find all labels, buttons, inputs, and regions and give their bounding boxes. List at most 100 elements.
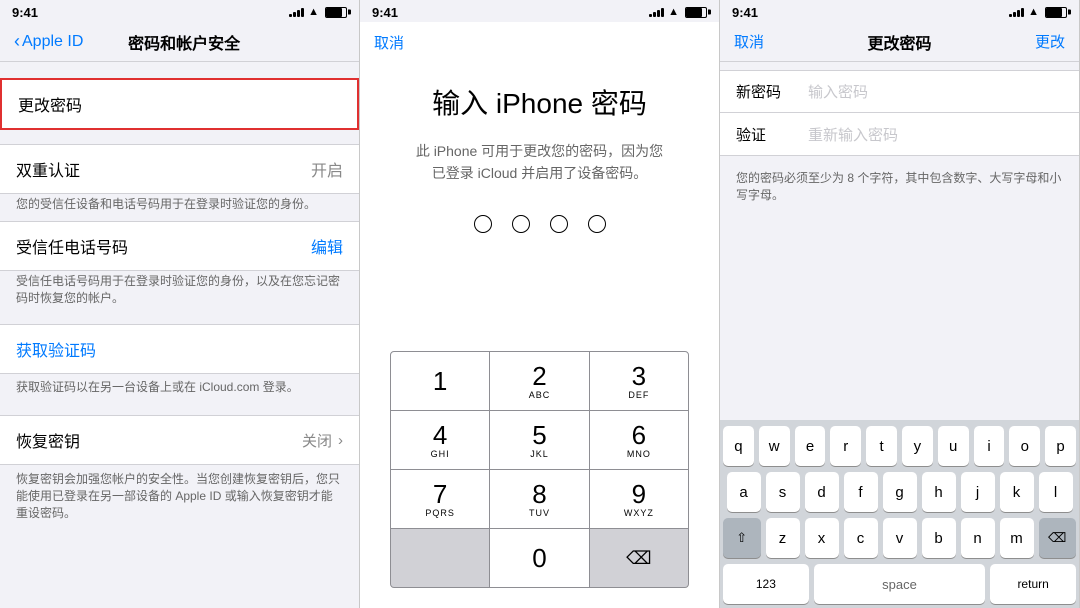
kb-key-w[interactable]: w <box>759 426 790 466</box>
numpad-digit: 5 <box>532 422 546 448</box>
time-3: 9:41 <box>732 5 758 20</box>
status-icons-1: ▲ <box>289 6 347 18</box>
p3-form: 新密码 输入密码 验证 重新输入密码 <box>720 70 1079 156</box>
kb-return-key[interactable]: return <box>990 564 1076 604</box>
kb-key-v[interactable]: v <box>883 518 917 558</box>
kb-key-r[interactable]: r <box>830 426 861 466</box>
p3-hint: 您的密码必须至少为 8 个字符，其中包含数字、大写字母和小写字母。 <box>720 164 1079 214</box>
kb-key-t[interactable]: t <box>866 426 897 466</box>
verify-field[interactable]: 验证 重新输入密码 <box>720 113 1079 155</box>
recovery-key-row[interactable]: 恢复密钥 关闭 › <box>0 415 359 465</box>
kb-key-k[interactable]: k <box>1000 472 1034 512</box>
trusted-phone-desc: 受信任电话号码用于在登录时验证您的身份，以及在您忘记密码时恢复您的帐户。 <box>0 271 359 315</box>
battery-icon-3 <box>1045 7 1067 18</box>
p1-content: 更改密码 双重认证 开启 您的受信任设备和电话号码用于在登录时验证您的身份。 受… <box>0 62 359 608</box>
dot-4 <box>588 215 606 233</box>
numpad-key-1[interactable]: 1 <box>391 352 489 410</box>
new-password-label: 新密码 <box>736 81 796 102</box>
edit-phone-link[interactable]: 编辑 <box>311 234 343 258</box>
kb-key-c[interactable]: c <box>844 518 878 558</box>
shift-key[interactable]: ⇧ <box>723 518 761 558</box>
kb-space-key[interactable]: space <box>814 564 986 604</box>
signal-icon-3 <box>1009 8 1024 17</box>
numpad-key-2[interactable]: 2ABC <box>490 352 588 410</box>
numpad-letters: WXYZ <box>624 508 654 518</box>
recovery-key-desc: 恢复密钥会加强您帐户的安全性。当您创建恢复密钥后，您只能使用已登录在另一部设备的… <box>0 465 359 521</box>
kb-key-p[interactable]: p <box>1045 426 1076 466</box>
nav-title-1: 密码和帐户安全 <box>128 30 240 54</box>
time-2: 9:41 <box>372 5 398 20</box>
kb-key-d[interactable]: d <box>805 472 839 512</box>
kb-key-u[interactable]: u <box>938 426 969 466</box>
trusted-phone-row[interactable]: 受信任电话号码 编辑 <box>0 221 359 271</box>
numpad-letters: TUV <box>529 508 550 518</box>
p2-content: 输入 iPhone 密码 此 iPhone 可用于更改您的密码，因为您已登录 i… <box>360 62 719 608</box>
wifi-icon-2: ▲ <box>668 6 679 18</box>
numpad-key-6[interactable]: 6MNO <box>590 411 688 469</box>
numpad-key-0[interactable]: 0 <box>490 529 588 587</box>
cancel-button-3[interactable]: 取消 <box>734 31 764 52</box>
new-password-input[interactable]: 输入密码 <box>808 81 868 102</box>
kb-key-y[interactable]: y <box>902 426 933 466</box>
keyboard-delete-key[interactable]: ⌫ <box>1039 518 1077 558</box>
two-factor-label: 双重认证 <box>16 157 80 181</box>
kb-row: asdfghjkl <box>723 472 1076 512</box>
change-password-row[interactable]: 更改密码 <box>0 78 359 130</box>
numpad-letters: JKL <box>530 449 549 459</box>
numpad-key-8[interactable]: 8TUV <box>490 470 588 528</box>
wifi-icon-3: ▲ <box>1028 6 1039 18</box>
kb-key-z[interactable]: z <box>766 518 800 558</box>
chevron-right-icon: › <box>338 432 343 449</box>
nav-bar-3: 取消 更改密码 更改 <box>720 22 1079 62</box>
kb-key-a[interactable]: a <box>727 472 761 512</box>
numpad-delete-key[interactable]: ⌫ <box>590 529 688 587</box>
cancel-button-2[interactable]: 取消 <box>374 32 404 53</box>
new-password-field[interactable]: 新密码 输入密码 <box>720 71 1079 113</box>
kb-key-i[interactable]: i <box>974 426 1005 466</box>
chevron-left-icon: ‹ <box>14 31 20 52</box>
back-label-1: Apple ID <box>22 33 83 51</box>
back-button-1[interactable]: ‹ Apple ID <box>14 31 83 52</box>
numpad-key-9[interactable]: 9WXYZ <box>590 470 688 528</box>
status-icons-2: ▲ <box>649 6 707 18</box>
trusted-phone-label: 受信任电话号码 <box>16 234 128 258</box>
kb-key-q[interactable]: q <box>723 426 754 466</box>
done-button-3[interactable]: 更改 <box>1035 31 1065 52</box>
dot-2 <box>512 215 530 233</box>
status-icons-3: ▲ <box>1009 6 1067 18</box>
p2-title: 输入 iPhone 密码 <box>432 82 647 122</box>
numpad-letters: MNO <box>627 449 651 459</box>
kb-key-j[interactable]: j <box>961 472 995 512</box>
kb-numbers-key[interactable]: 123 <box>723 564 809 604</box>
numpad-key-7[interactable]: 7PQRS <box>391 470 489 528</box>
numpad-digit: 8 <box>532 481 546 507</box>
kb-key-g[interactable]: g <box>883 472 917 512</box>
kb-key-s[interactable]: s <box>766 472 800 512</box>
kb-key-e[interactable]: e <box>795 426 826 466</box>
kb-key-o[interactable]: o <box>1009 426 1040 466</box>
kb-key-b[interactable]: b <box>922 518 956 558</box>
get-code-link[interactable]: 获取验证码 <box>16 337 96 361</box>
nav-bar-1: ‹ Apple ID 密码和帐户安全 <box>0 22 359 62</box>
signal-icon <box>289 8 304 17</box>
two-factor-row[interactable]: 双重认证 开启 <box>0 144 359 194</box>
numpad-key-3[interactable]: 3DEF <box>590 352 688 410</box>
get-code-row[interactable]: 获取验证码 <box>0 324 359 374</box>
verify-input[interactable]: 重新输入密码 <box>808 124 898 145</box>
status-bar-3: 9:41 ▲ <box>720 0 1079 22</box>
two-factor-value: 开启 <box>311 157 343 181</box>
kb-key-n[interactable]: n <box>961 518 995 558</box>
kb-row-bottom: 123spacereturn <box>723 564 1076 604</box>
recovery-key-right: 关闭 › <box>302 430 343 451</box>
kb-key-m[interactable]: m <box>1000 518 1034 558</box>
nav-title-3: 更改密码 <box>867 30 931 54</box>
verify-label: 验证 <box>736 124 796 145</box>
panel-iphone-passcode: 9:41 ▲ 取消 输入 iPhone 密码 此 iPhone 可用于更改您的密… <box>360 0 720 608</box>
kb-key-l[interactable]: l <box>1039 472 1073 512</box>
two-factor-desc: 您的受信任设备和电话号码用于在登录时验证您的身份。 <box>0 194 359 221</box>
kb-key-f[interactable]: f <box>844 472 878 512</box>
numpad-key-4[interactable]: 4GHI <box>391 411 489 469</box>
numpad-key-5[interactable]: 5JKL <box>490 411 588 469</box>
kb-key-h[interactable]: h <box>922 472 956 512</box>
kb-key-x[interactable]: x <box>805 518 839 558</box>
